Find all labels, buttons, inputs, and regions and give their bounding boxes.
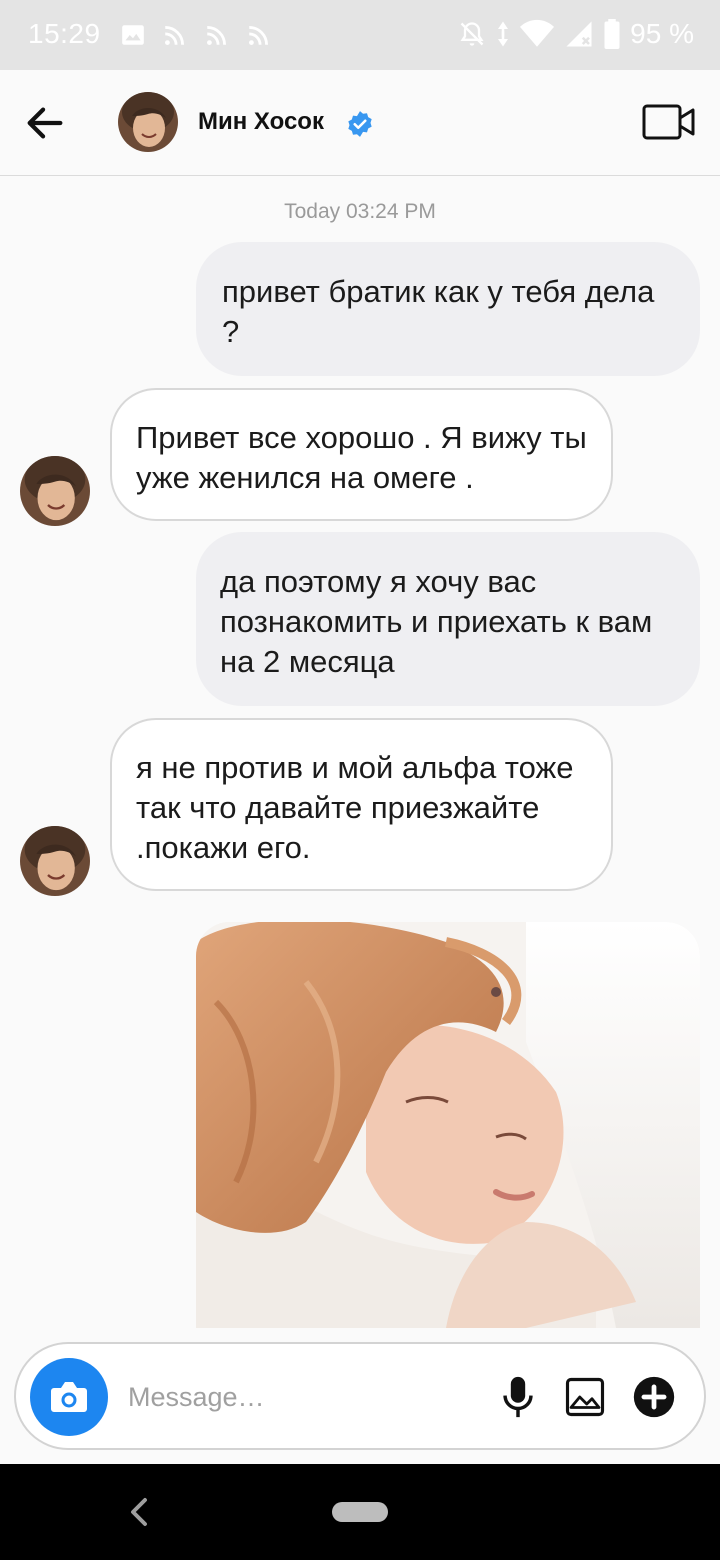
cast-icon (165, 26, 184, 45)
status-notification-icons (120, 22, 272, 48)
data-arrows-icon (498, 21, 509, 47)
chat-timestamp: Today 03:24 PM (284, 200, 436, 223)
sender-avatar[interactable] (20, 456, 90, 526)
message-text: я не против и мой альфа тоже так что дав… (136, 750, 574, 865)
message-composer (14, 1342, 706, 1450)
avatar-image (20, 826, 90, 896)
status-time: 15:29 (28, 18, 101, 49)
shared-photo[interactable] (196, 922, 700, 1328)
wifi-icon (520, 19, 555, 47)
status-system-icons: 95 % (458, 18, 694, 50)
nav-home-pill[interactable] (332, 1502, 388, 1522)
signal-icon (566, 21, 592, 47)
message-input[interactable] (128, 1374, 488, 1420)
avatar-image (118, 92, 178, 152)
add-content-icon[interactable] (632, 1375, 676, 1419)
contact-avatar[interactable] (118, 92, 178, 152)
camera-button[interactable] (30, 1358, 108, 1436)
message-text: Привет все хорошо . Я вижу ты уже женилс… (136, 420, 587, 495)
nav-back-icon[interactable] (124, 1494, 154, 1530)
gallery-icon[interactable] (564, 1376, 606, 1418)
battery-percent: 95 % (630, 18, 694, 49)
image-icon (122, 25, 144, 45)
chat-header: Мин Хосок (0, 70, 720, 176)
outgoing-message-bubble[interactable]: привет братик как у тебя дела ? (196, 242, 700, 376)
microphone-icon[interactable] (500, 1374, 536, 1420)
notifications-off-icon (460, 22, 484, 46)
verified-badge-icon (348, 111, 372, 137)
status-bar: 15:29 95 % (0, 0, 720, 70)
sender-avatar[interactable] (20, 826, 90, 896)
contact-name[interactable]: Мин Хосок (198, 108, 324, 136)
back-arrow-icon[interactable] (22, 100, 68, 146)
cast-icon (207, 26, 226, 45)
message-text: привет братик как у тебя дела ? (222, 274, 655, 349)
sleeping-person-photo (196, 922, 700, 1328)
incoming-message-bubble[interactable]: я не против и мой альфа тоже так что дав… (110, 718, 613, 891)
video-call-icon[interactable] (642, 102, 696, 142)
avatar-image (20, 456, 90, 526)
camera-icon (51, 1382, 87, 1412)
system-navigation-bar (0, 1464, 720, 1560)
battery-icon (604, 19, 620, 49)
message-text: да поэтому я хочу вас познакомить и прие… (220, 564, 653, 679)
cast-icon (249, 26, 268, 45)
incoming-message-bubble[interactable]: Привет все хорошо . Я вижу ты уже женилс… (110, 388, 613, 521)
outgoing-message-bubble[interactable]: да поэтому я хочу вас познакомить и прие… (196, 532, 700, 706)
